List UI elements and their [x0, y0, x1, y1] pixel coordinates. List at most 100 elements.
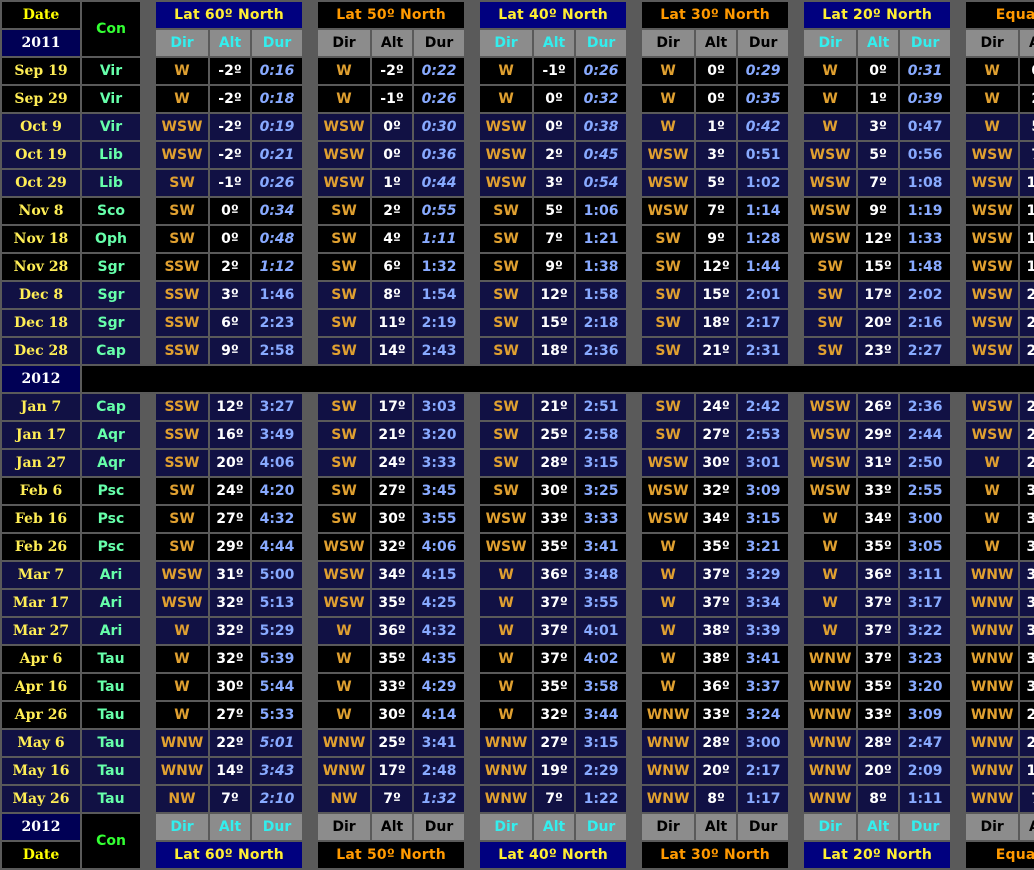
cell-dur-0: 0:48 — [252, 226, 303, 252]
cell-dir-2: W — [480, 590, 533, 616]
cell-dur-0: 3:27 — [252, 394, 303, 420]
cell-dur-1: 0:30 — [414, 114, 465, 140]
cell-dur-0: 0:19 — [252, 114, 303, 140]
cell-dir-0: SSW — [156, 394, 208, 420]
column-spacer — [628, 30, 641, 56]
row-date-left: Mar 17 — [2, 590, 80, 616]
cell-dur-3: 3:29 — [738, 562, 789, 588]
cell-dur-3: 2:17 — [738, 758, 789, 784]
cell-alt-2: 2º — [534, 142, 575, 168]
column-spacer — [142, 702, 154, 728]
cell-alt-2: 21º — [534, 394, 575, 420]
cell-dur-2: 1:22 — [576, 786, 627, 812]
cell-dir-0: SSW — [156, 282, 208, 308]
cell-dir-4: WNW — [804, 674, 857, 700]
cell-alt-1: -1º — [372, 86, 413, 112]
cell-alt-4: 5º — [858, 142, 899, 168]
cell-dir-4: SW — [804, 282, 857, 308]
column-spacer — [142, 534, 154, 560]
cell-dur-2: 3:25 — [576, 478, 627, 504]
cell-dir-5: WNW — [966, 646, 1019, 672]
cell-dir-4: WSW — [804, 198, 857, 224]
cell-alt-0: 7º — [210, 786, 250, 812]
row-con-left: Sco — [82, 198, 140, 224]
cell-alt-2: 18º — [534, 338, 575, 364]
cell-dur-0: 2:58 — [252, 338, 303, 364]
column-spacer — [790, 170, 803, 196]
row-con-left: Aqr — [82, 450, 140, 476]
cell-dir-3: SW — [642, 394, 695, 420]
cell-alt-2: 37º — [534, 618, 575, 644]
cell-alt-2: 15º — [534, 310, 575, 336]
cell-dir-0: W — [156, 618, 208, 644]
cell-dir-3: SW — [642, 254, 695, 280]
table-row: Oct 19 Lib WSW -2º 0:21 WSW 0º 0:36 WSW 2º 0:45 WSW… — [2, 142, 1034, 168]
column-spacer — [304, 422, 317, 448]
cell-dur-3: 3:41 — [738, 646, 789, 672]
cell-dir-0: SSW — [156, 310, 208, 336]
cell-dur-0: 5:29 — [252, 618, 303, 644]
row-con-left: Tau — [82, 674, 140, 700]
cell-dur-2: 1:38 — [576, 254, 627, 280]
cell-alt-4: 20º — [858, 758, 899, 784]
cell-dur-2: 3:15 — [576, 450, 627, 476]
cell-dur-2: 0:38 — [576, 114, 627, 140]
row-con-left: Vir — [82, 114, 140, 140]
cell-alt-0: 2º — [210, 254, 250, 280]
cell-alt-3: 32º — [696, 478, 737, 504]
cell-dir-5: WNW — [966, 758, 1019, 784]
footer-group-header-3: Lat 30º North — [642, 842, 789, 868]
column-spacer — [628, 310, 641, 336]
cell-alt-1: 33º — [372, 674, 413, 700]
column-spacer — [952, 674, 965, 700]
column-spacer — [304, 786, 317, 812]
column-spacer — [628, 226, 641, 252]
cell-dir-4: W — [804, 590, 857, 616]
cell-alt-5: 29º — [1020, 702, 1034, 728]
column-spacer — [304, 142, 317, 168]
column-spacer — [142, 590, 154, 616]
column-spacer — [952, 58, 965, 84]
cell-dir-2: WSW — [480, 534, 533, 560]
column-spacer — [142, 562, 154, 588]
table-row: Oct 9 Vir WSW -2º 0:19 WSW 0º 0:30 WSW 0º 0:38 W 1º 0… — [2, 114, 1034, 140]
cell-dir-5: WSW — [966, 282, 1019, 308]
cell-alt-2: 5º — [534, 198, 575, 224]
subheader-alt-0: Alt — [210, 30, 250, 56]
table-row: Feb 26 Psc SW 29º 4:44 WSW 32º 4:06 WSW 35º 3:41 W 3… — [2, 534, 1034, 560]
cell-dir-5: WSW — [966, 422, 1019, 448]
column-spacer — [304, 702, 317, 728]
cell-dur-0: 0:26 — [252, 170, 303, 196]
subheader-alt-3: Alt — [696, 30, 737, 56]
column-spacer — [466, 86, 479, 112]
column-spacer — [952, 814, 965, 840]
cell-alt-0: 22º — [210, 730, 250, 756]
row-date-left: Apr 26 — [2, 702, 80, 728]
cell-dur-3: 0:35 — [738, 86, 789, 112]
cell-alt-0: 31º — [210, 562, 250, 588]
column-spacer — [790, 506, 803, 532]
cell-dir-2: W — [480, 58, 533, 84]
column-spacer — [952, 394, 965, 420]
row-date-left: Mar 7 — [2, 562, 80, 588]
cell-dir-3: WSW — [642, 478, 695, 504]
cell-dur-1: 1:32 — [414, 786, 465, 812]
cell-dir-1: WNW — [318, 758, 371, 784]
row-con-left: Tau — [82, 646, 140, 672]
column-spacer — [952, 142, 965, 168]
cell-dur-4: 3:09 — [900, 702, 951, 728]
subheader-dir-3: Dir — [642, 30, 695, 56]
cell-dur-0: 5:13 — [252, 590, 303, 616]
cell-dir-5: W — [966, 114, 1019, 140]
cell-dur-1: 3:45 — [414, 478, 465, 504]
cell-alt-2: 33º — [534, 506, 575, 532]
cell-dur-3: 3:34 — [738, 590, 789, 616]
cell-dur-2: 0:32 — [576, 86, 627, 112]
cell-dur-2: 3:44 — [576, 702, 627, 728]
cell-dur-4: 0:39 — [900, 86, 951, 112]
column-spacer — [628, 58, 641, 84]
cell-alt-1: 30º — [372, 506, 413, 532]
footer-group-header-0: Lat 60º North — [156, 842, 303, 868]
cell-dir-4: W — [804, 114, 857, 140]
cell-alt-4: 34º — [858, 506, 899, 532]
